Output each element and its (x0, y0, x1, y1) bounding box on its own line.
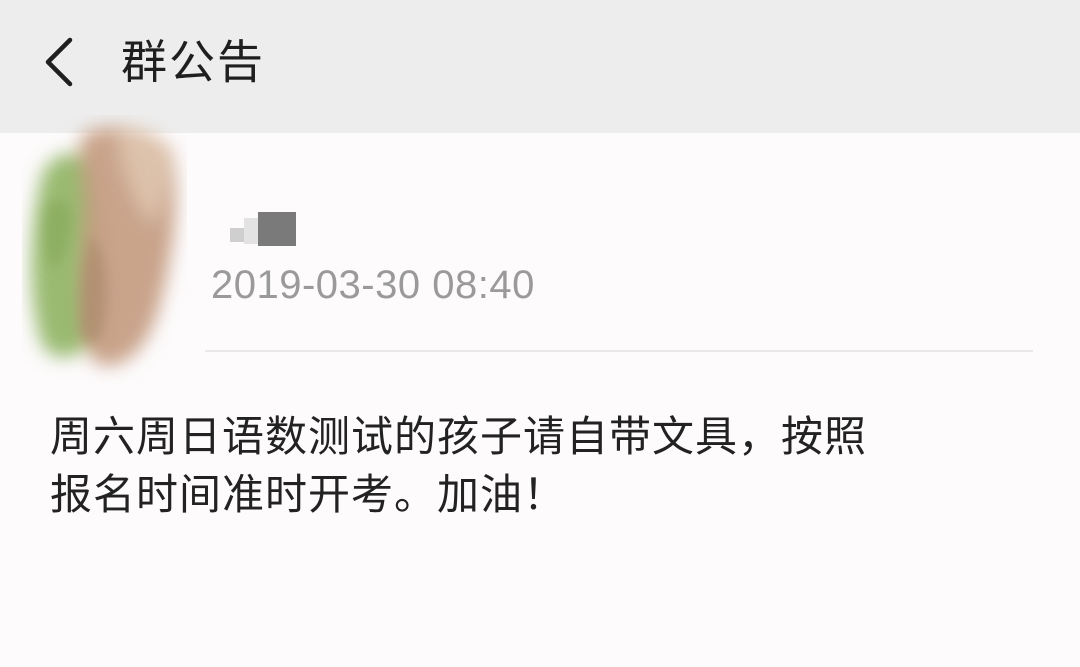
redaction-pixel (244, 218, 258, 244)
blurred-avatar-image (31, 126, 177, 366)
avatar[interactable] (22, 115, 187, 385)
announcement-body: 周六周日语数测试的孩子请自带文具，按照 报名时间准时开考。加油！ (50, 408, 1040, 524)
announcement-body-line: 报名时间准时开考。加油！ (50, 470, 567, 519)
author-name-redacted (222, 210, 302, 250)
redaction-pixel (230, 228, 244, 242)
chevron-left-icon (45, 37, 73, 87)
announcement-body-line: 周六周日语数测试的孩子请自带文具，按照 (50, 412, 868, 461)
page-title: 群公告 (121, 35, 265, 89)
back-button[interactable] (30, 26, 90, 96)
redaction-pixel (258, 212, 296, 246)
top-bar: 群公告 (0, 0, 1080, 133)
announcement-timestamp: 2019-03-30 08:40 (211, 263, 535, 307)
divider (205, 350, 1033, 352)
